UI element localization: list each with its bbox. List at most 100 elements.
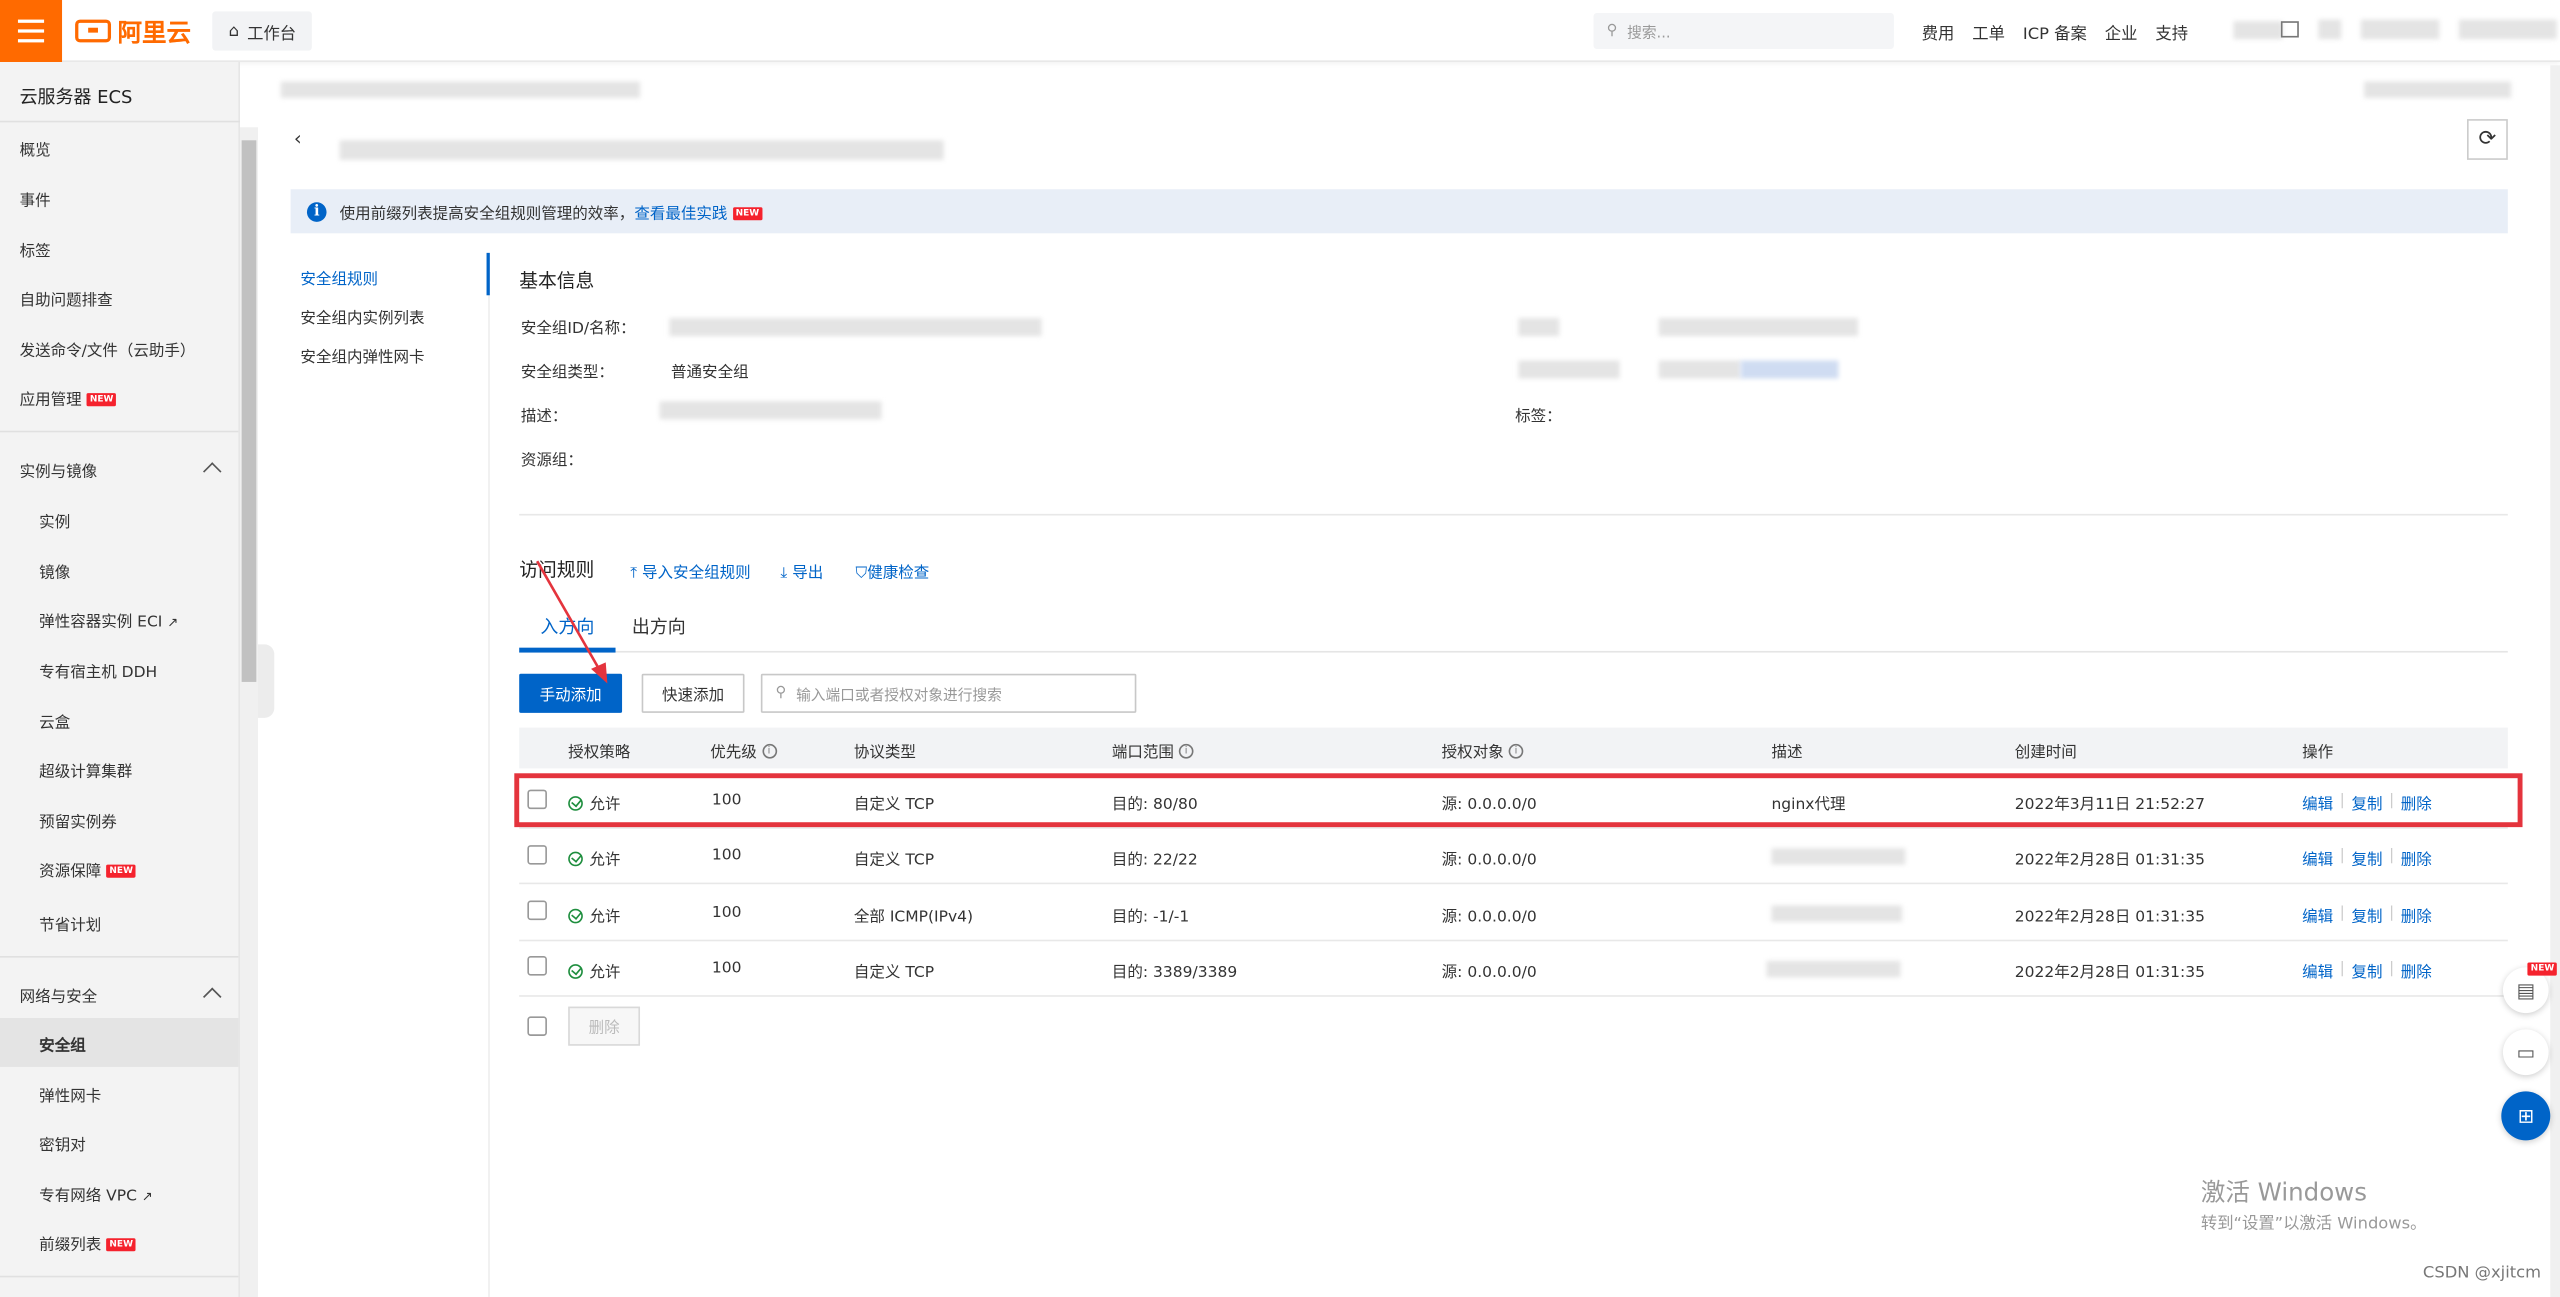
redacted-area	[2360, 19, 2440, 40]
health-check-button[interactable]: ⛉健康检查	[856, 560, 930, 582]
mail-icon[interactable]	[2280, 21, 2299, 38]
sidebar-group-instances[interactable]: 实例与镜像	[20, 458, 98, 481]
row-checkbox[interactable]	[527, 956, 547, 976]
table-row-priority: 100	[711, 959, 742, 978]
sidebar-item-keypair[interactable]: 密钥对	[39, 1132, 86, 1155]
row-checkbox[interactable]	[527, 900, 547, 921]
sidebar-item-eni[interactable]: 弹性网卡	[39, 1083, 101, 1106]
nav-icp[interactable]: ICP 备案	[2023, 20, 2087, 44]
bulk-delete-button[interactable]: 删除	[568, 1006, 641, 1046]
export-button[interactable]: ⤓ 导出	[780, 560, 824, 583]
table-row-priority: 100	[711, 903, 742, 922]
edit-link[interactable]: 编辑	[2302, 959, 2333, 982]
notice-banner: i 使用前缀列表提高安全组规则管理的效率，查看最佳实践 NEW	[290, 189, 2508, 234]
sidebar-item-resource-assurance[interactable]: 资源保障 NEW	[39, 858, 137, 881]
sidebar-item-cloud-assistant[interactable]: 发送命令/文件（云助手）	[20, 338, 196, 361]
sidebar-item-savings[interactable]: 节省计划	[39, 912, 101, 935]
global-search-input[interactable]: ⚲ 搜索...	[1593, 13, 1894, 49]
tab-instance-list[interactable]: 安全组内实例列表	[300, 305, 424, 328]
sidebar-item-images[interactable]: 镜像	[39, 560, 70, 582]
sidebar-item-overview[interactable]: 概览	[20, 137, 51, 160]
import-label: 导入安全组规则	[642, 564, 751, 583]
quick-add-button[interactable]: 快速添加	[641, 673, 745, 713]
edit-link[interactable]: 编辑	[2302, 904, 2333, 927]
home-icon: ⌂	[228, 22, 239, 40]
best-practice-link[interactable]: 查看最佳实践	[634, 205, 727, 223]
tab-outbound[interactable]: 出方向	[632, 613, 686, 639]
col-port: 端口范围 i	[1112, 739, 1194, 762]
col-source-label: 授权对象	[1441, 743, 1504, 762]
copy-link[interactable]: 复制	[2351, 959, 2382, 982]
copy-link[interactable]: 复制	[2351, 847, 2382, 870]
apps-button[interactable]: ⊞	[2501, 1091, 2551, 1141]
sidebar-item-scc[interactable]: 超级计算集群	[39, 759, 132, 781]
rule-search-input[interactable]: ⚲ 输入端口或者授权对象进行搜索	[760, 673, 1137, 713]
tab-eni-list[interactable]: 安全组内弹性网卡	[300, 344, 424, 367]
help-icon[interactable]: i	[1508, 743, 1524, 758]
vpc-link[interactable]	[1740, 360, 1839, 379]
sidebar-group-network[interactable]: 网络与安全	[20, 984, 98, 1007]
sg-type-label: 安全组类型：	[520, 363, 614, 382]
chat-icon: ▭	[2516, 1040, 2536, 1064]
nav-support[interactable]: 支持	[2155, 20, 2188, 44]
sidebar-item-cloudbox[interactable]: 云盒	[39, 710, 70, 733]
policy-text: 允许	[589, 964, 621, 983]
sg-desc-label: 描述：	[520, 407, 568, 426]
row-checkbox[interactable]	[527, 845, 547, 865]
table-row-source: 源: 0.0.0.0/0	[1441, 908, 1537, 927]
copy-link[interactable]: 复制	[2351, 904, 2382, 927]
table-row-policy: 允许	[568, 959, 620, 982]
tab-security-group-rules[interactable]: 安全组规则	[300, 266, 378, 289]
help-icon[interactable]: i	[761, 743, 777, 758]
sidebar-item-security-group[interactable]: 安全组	[39, 1033, 86, 1056]
page-scrollbar[interactable]	[2550, 65, 2560, 1297]
back-arrow-icon[interactable]: ‹	[294, 127, 302, 150]
table-row-source: 源: 0.0.0.0/0	[1441, 964, 1537, 983]
upload-icon: ⤒	[630, 564, 638, 583]
redacted-area	[2458, 19, 2557, 40]
workbench-button[interactable]: ⌂ 工作台	[212, 11, 313, 51]
delete-link[interactable]: 删除	[2401, 847, 2432, 870]
table-row-port: 目的: 3389/3389	[1111, 964, 1238, 983]
sidebar-item-ddh[interactable]: 专有宿主机 DDH	[39, 659, 157, 682]
delete-link[interactable]: 删除	[2401, 904, 2432, 927]
sg-tag-label: 标签：	[1515, 407, 1562, 426]
import-rules-button[interactable]: ⤒ 导入安全组规则	[630, 560, 751, 583]
redacted-label	[1518, 318, 1560, 337]
sidebar-collapse-handle[interactable]	[257, 644, 275, 718]
sidebar-scrollbar-thumb[interactable]	[241, 140, 257, 682]
delete-link[interactable]: 删除	[2401, 959, 2432, 982]
table-row-desc	[1771, 905, 1903, 922]
sidebar-item-prefix-list[interactable]: 前缀列表 NEW	[39, 1232, 137, 1255]
sidebar-item-vpc[interactable]: 专有网络 VPC ↗	[39, 1183, 153, 1206]
table-row-created: 2022年2月28日 01:31:35	[2014, 964, 2205, 983]
col-desc: 描述	[1771, 743, 1803, 762]
nav-enterprise[interactable]: 企业	[2105, 20, 2138, 44]
row-divider	[519, 882, 2508, 885]
sidebar-item-instances[interactable]: 实例	[39, 509, 70, 532]
sidebar-item-reserved[interactable]: 预留实例券	[39, 809, 117, 832]
nav-billing[interactable]: 费用	[1922, 20, 1955, 44]
menu-icon[interactable]	[0, 0, 63, 62]
sidebar-item-events[interactable]: 事件	[20, 188, 51, 211]
info-icon: i	[306, 201, 327, 222]
sidebar-item-troubleshoot[interactable]: 自助问题排查	[20, 287, 113, 310]
nav-ticket[interactable]: 工单	[1972, 20, 2005, 44]
chat-button[interactable]: ▭	[2502, 1029, 2549, 1076]
select-all-checkbox[interactable]	[527, 1016, 547, 1036]
help-icon[interactable]: i	[1178, 743, 1194, 758]
refresh-button[interactable]: ⟳	[2467, 119, 2508, 160]
aliyun-logo[interactable]: 阿里云	[75, 13, 191, 49]
check-circle-icon	[568, 850, 583, 866]
sidebar-item-app-management[interactable]: 应用管理 NEW	[20, 387, 117, 409]
export-label: 导出	[792, 564, 824, 583]
col-policy: 授权策略	[568, 743, 631, 762]
edit-link[interactable]: 编辑	[2302, 847, 2333, 870]
sidebar-item-eci[interactable]: 弹性容器实例 ECI ↗	[39, 609, 178, 631]
left-nav-active-bar	[486, 252, 490, 296]
sidebar-item-tags[interactable]: 标签	[20, 238, 51, 261]
external-link-icon: ↗	[141, 1189, 153, 1204]
table-row-protocol: 自定义 TCP	[853, 851, 935, 870]
book-icon: ▤	[2516, 978, 2536, 1002]
tabs-baseline	[519, 650, 2508, 653]
